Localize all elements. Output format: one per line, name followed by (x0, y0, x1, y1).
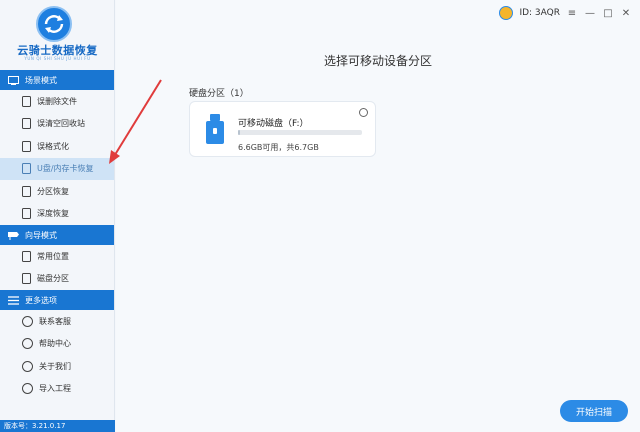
sidebar: 云骑士数据恢复 YUN QI SHI SHU JU HUI FU 场景模式 误删… (0, 0, 115, 432)
removable-disk-card[interactable]: 可移动磁盘（F:） 6.6GB可用，共6.7GB (189, 101, 376, 157)
section-title: 更多选项 (25, 295, 57, 305)
user-id: ID: 3AQR (519, 8, 560, 18)
sidebar-item-label: 帮助中心 (39, 339, 71, 349)
disk-usage-fill (238, 130, 240, 135)
version-label: 版本号：3.21.0.17 (0, 420, 115, 432)
sidebar-item-deep-recovery[interactable]: 深度恢复 (0, 203, 114, 226)
sidebar-item-common-locations[interactable]: 常用位置 (0, 245, 114, 268)
section-header-wizard-mode: 向导模式 (0, 225, 114, 245)
section-title: 场景模式 (25, 75, 57, 85)
sidebar-item-help-center[interactable]: 帮助中心 (0, 333, 114, 356)
sidebar-item-about-us[interactable]: 关于我们 (0, 355, 114, 378)
sidebar-item-label: 误删除文件 (37, 96, 77, 106)
sidebar-item-label: 误清空回收站 (37, 119, 85, 129)
section-header-more-options: 更多选项 (0, 290, 114, 310)
import-icon (22, 383, 33, 395)
location-icon (22, 250, 31, 262)
sidebar-item-usb-recovery[interactable]: U盘/内存卡恢复 (0, 157, 114, 180)
sidebar-item-label: U盘/内存卡恢复 (37, 164, 94, 174)
help-icon (22, 338, 33, 350)
partition-icon (22, 185, 31, 197)
sidebar-item-deleted-files[interactable]: 误删除文件 (0, 90, 114, 113)
logo: 云骑士数据恢复 YUN QI SHI SHU JU HUI FU (0, 0, 114, 70)
start-scan-button[interactable]: 开始扫描 (560, 400, 628, 422)
logo-subtitle: YUN QI SHI SHU JU HUI FU (24, 56, 91, 61)
sidebar-item-label: 导入工程 (39, 384, 71, 394)
disk-size: 6.6GB可用，共6.7GB (238, 143, 319, 152)
usb-drive-icon (22, 163, 31, 175)
recycle-bin-icon (22, 118, 31, 130)
deep-scan-icon (22, 208, 31, 220)
user-avatar-icon[interactable] (499, 6, 514, 20)
main-panel: ID: 3AQR ≡ — □ ✕ 选择可移动设备分区 硬盘分区（1） 可移动磁盘… (116, 0, 640, 432)
menu-icon (8, 295, 19, 305)
disk-partition-heading: 硬盘分区（1） (189, 89, 249, 99)
sidebar-item-contact-support[interactable]: 联系客服 (0, 310, 114, 333)
logo-icon (36, 6, 72, 42)
sidebar-item-label: 误格式化 (37, 141, 69, 151)
sidebar-item-label: 联系客服 (39, 316, 71, 326)
maximize-button[interactable]: □ (602, 7, 614, 19)
title-bar: ID: 3AQR ≡ — □ ✕ (499, 6, 632, 20)
annotation-arrow-icon (109, 79, 162, 164)
sidebar-item-recycle-bin[interactable]: 误清空回收站 (0, 113, 114, 136)
section-header-scene-mode: 场景模式 (0, 70, 114, 90)
sidebar-item-label: 深度恢复 (37, 209, 69, 219)
file-delete-icon (22, 95, 31, 107)
disk-name: 可移动磁盘（F:） (238, 119, 309, 129)
minimize-button[interactable]: — (584, 7, 596, 19)
format-icon (22, 140, 31, 152)
close-button[interactable]: ✕ (620, 7, 632, 19)
scene-mode-icon (8, 75, 19, 85)
sidebar-item-partition-recovery[interactable]: 分区恢复 (0, 180, 114, 203)
sidebar-item-label: 磁盘分区 (37, 274, 69, 284)
info-icon (22, 360, 33, 372)
sidebar-item-disk-partition[interactable]: 磁盘分区 (0, 268, 114, 291)
usb-drive-icon (206, 114, 224, 144)
sidebar-item-label: 常用位置 (37, 251, 69, 261)
wizard-mode-icon (8, 231, 19, 240)
page-title: 选择可移动设备分区 (323, 54, 432, 68)
disk-usage-bar (238, 130, 362, 135)
sidebar-item-import-project[interactable]: 导入工程 (0, 378, 114, 401)
section-title: 向导模式 (25, 230, 57, 240)
disk-select-radio[interactable] (359, 108, 368, 117)
menu-button[interactable]: ≡ (566, 7, 578, 19)
disk-partition-icon (22, 273, 31, 285)
customer-service-icon (22, 315, 33, 327)
sidebar-item-label: 分区恢复 (37, 186, 69, 196)
sidebar-item-format[interactable]: 误格式化 (0, 135, 114, 158)
sidebar-item-label: 关于我们 (39, 361, 71, 371)
